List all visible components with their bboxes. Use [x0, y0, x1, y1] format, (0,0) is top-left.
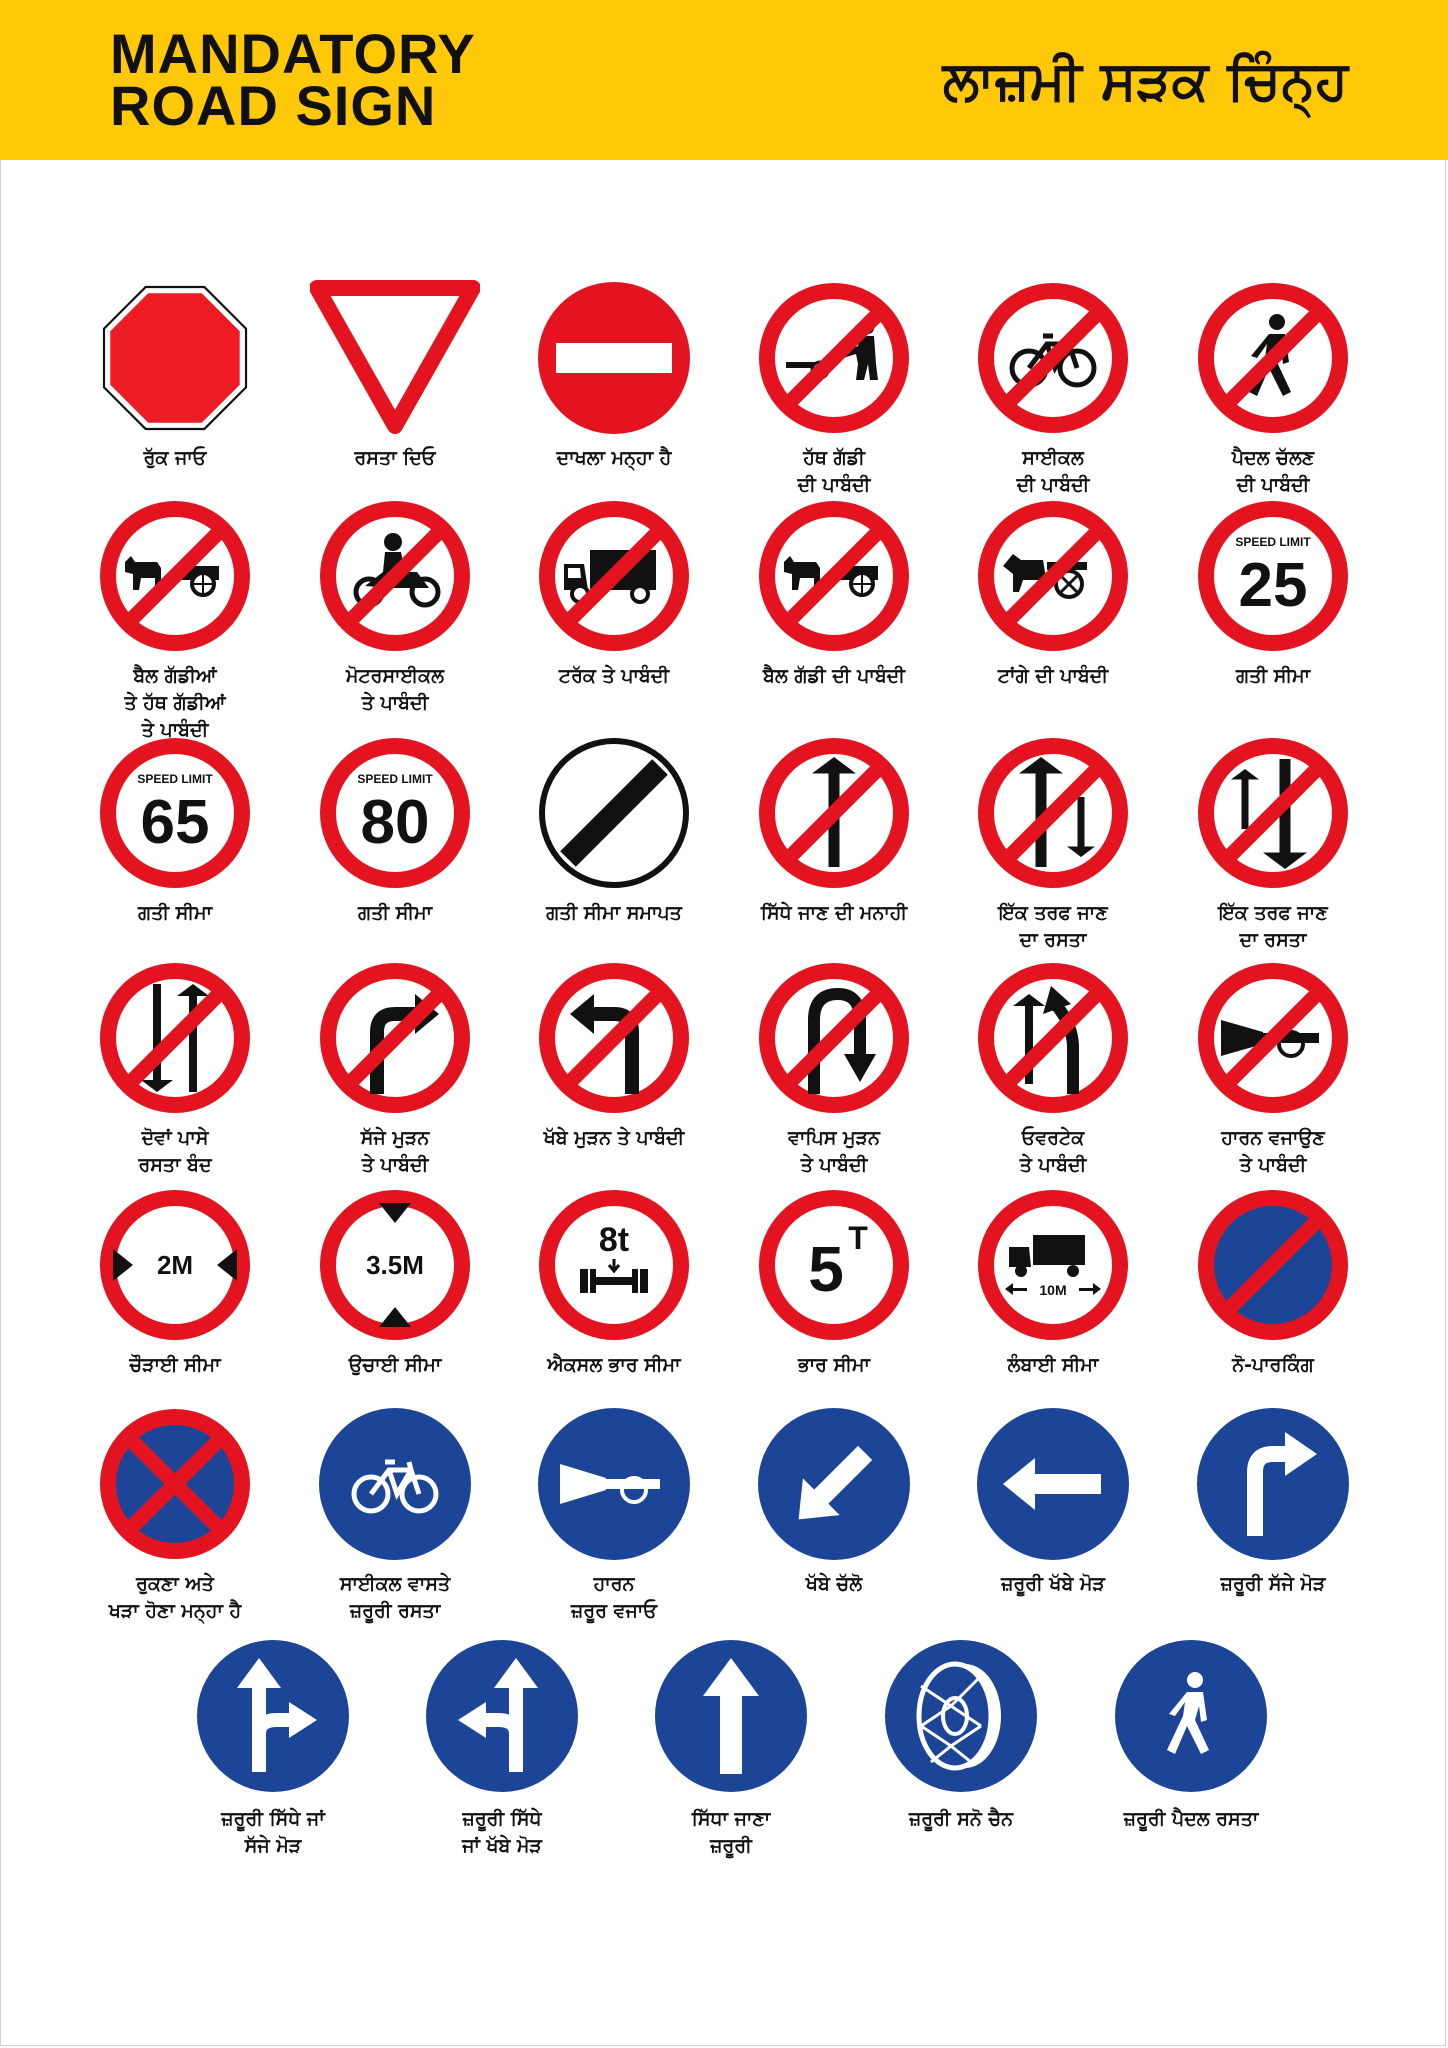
width-limit-icon: 2M — [100, 1190, 250, 1340]
title-punjabi: ਲਾਜ਼ਮੀ ਸੜਕ ਚਿੰਨ੍ਹ — [942, 49, 1348, 112]
length-limit-icon: 10M — [978, 1190, 1128, 1340]
load-limit-icon: 5 T — [759, 1190, 909, 1340]
give-way-triangle-icon — [310, 280, 480, 434]
stop-octagon-icon — [102, 285, 248, 431]
no-entry-icon — [538, 282, 690, 434]
no-straight-ahead-icon — [759, 738, 909, 888]
compulsory-right-turn-icon — [1197, 1408, 1349, 1560]
sign-caption: ਨੋ-ਪਾਰਕਿੰਗ — [1232, 1354, 1314, 1376]
sign-caption: ਜ਼ਰੂਰੀ ਸਿੱਧੇ ਜਾਂ ਖੱਬੇ ਮੋੜ — [462, 1808, 542, 1857]
no-handcart-icon — [759, 283, 909, 433]
speed-limit-icon: SPEED LIMIT 25 — [1198, 501, 1348, 651]
sign-caption: ਜ਼ਰੂਰੀ ਪੈਦਲ ਰਸਤਾ — [1123, 1808, 1259, 1830]
sound-horn-icon — [538, 1408, 690, 1560]
ahead-or-right-icon — [197, 1640, 349, 1792]
no-u-turn-icon — [759, 963, 909, 1113]
no-pedestrian-icon — [1198, 283, 1348, 433]
sign-speed-value: 25 — [1239, 551, 1308, 620]
sign-load-unit: T — [848, 1220, 868, 1256]
no-horn-icon — [1198, 963, 1348, 1113]
axle-load-limit-icon: 8t — [539, 1190, 689, 1340]
one-way-up-icon — [978, 738, 1128, 888]
no-bicycle-icon — [978, 283, 1128, 433]
no-overtaking-icon — [978, 963, 1128, 1113]
no-truck-icon — [539, 501, 689, 651]
title-english: MANDATORY ROAD SIGN — [110, 22, 476, 137]
sign-caption: ਇੱਕ ਤਰਫ ਜਾਣ ਦਾ ਰਸਤਾ — [1218, 902, 1328, 951]
sign-caption: ਹਾਰਨ ਵਜਾਉਣ ਤੇ ਪਾਬੰਦੀ — [1221, 1127, 1325, 1176]
pedestrian-path-icon — [1115, 1640, 1267, 1792]
ahead-or-left-icon — [426, 1640, 578, 1792]
sign-speed-value: 80 — [361, 788, 430, 857]
sign-axle-value: 8t — [599, 1221, 629, 1259]
sign-caption: ਗਤੀ ਸੀਮਾ — [1235, 665, 1311, 687]
speed-limit-icon: SPEED LIMIT 80 — [320, 738, 470, 888]
sign-speed-label: SPEED LIMIT — [137, 772, 213, 786]
sign-speed-label: SPEED LIMIT — [357, 772, 433, 786]
sign-width-value: 2M — [157, 1250, 193, 1280]
sign-height-value: 3.5M — [366, 1250, 424, 1280]
sign-caption: ਜ਼ਰੂਰੀ ਸੱਜੇ ਮੋੜ — [1220, 1573, 1326, 1595]
sign-caption: ਜ਼ਰੂਰੀ ਸਨੋ ਚੈਨ — [908, 1808, 1014, 1830]
compulsory-left-turn-icon — [977, 1408, 1129, 1560]
cycle-track-icon — [319, 1408, 471, 1560]
sign-length-value: 10M — [1039, 1282, 1066, 1298]
compulsory-ahead-icon — [655, 1640, 807, 1792]
keep-left-icon — [758, 1408, 910, 1560]
two-way-closed-icon — [100, 963, 250, 1113]
no-motorcycle-icon — [320, 501, 470, 651]
one-way-down-icon — [1198, 738, 1348, 888]
height-limit-icon: 3.5M — [320, 1190, 470, 1340]
header-banner: MANDATORY ROAD SIGN ਲਾਜ਼ਮੀ ਸੜਕ ਚਿੰਨ੍ਹ — [0, 0, 1448, 160]
no-tonga-icon — [978, 501, 1128, 651]
sign-caption: ਸਿੱਧਾ ਜਾਣਾ ਜ਼ਰੂਰੀ — [691, 1808, 771, 1857]
speed-limit-icon: SPEED LIMIT 65 — [100, 738, 250, 888]
no-bullock-and-hand-cart-icon — [100, 501, 250, 651]
sign-speed-label: SPEED LIMIT — [1235, 535, 1311, 549]
sign-speed-value: 65 — [141, 788, 210, 857]
no-right-turn-icon — [320, 963, 470, 1113]
sign-load-value: 5 — [808, 1233, 844, 1305]
end-of-speed-limit-icon — [539, 738, 689, 888]
no-left-turn-icon — [539, 963, 689, 1113]
no-bullock-cart-icon — [759, 501, 909, 651]
no-parking-icon — [1198, 1190, 1348, 1340]
snow-chain-icon — [885, 1640, 1037, 1792]
sign-caption: ਜ਼ਰੂਰੀ ਸਿੱਧੇ ਜਾਂ ਸੱਜੇ ਮੋੜ — [221, 1808, 325, 1857]
no-stopping-icon — [100, 1409, 250, 1559]
